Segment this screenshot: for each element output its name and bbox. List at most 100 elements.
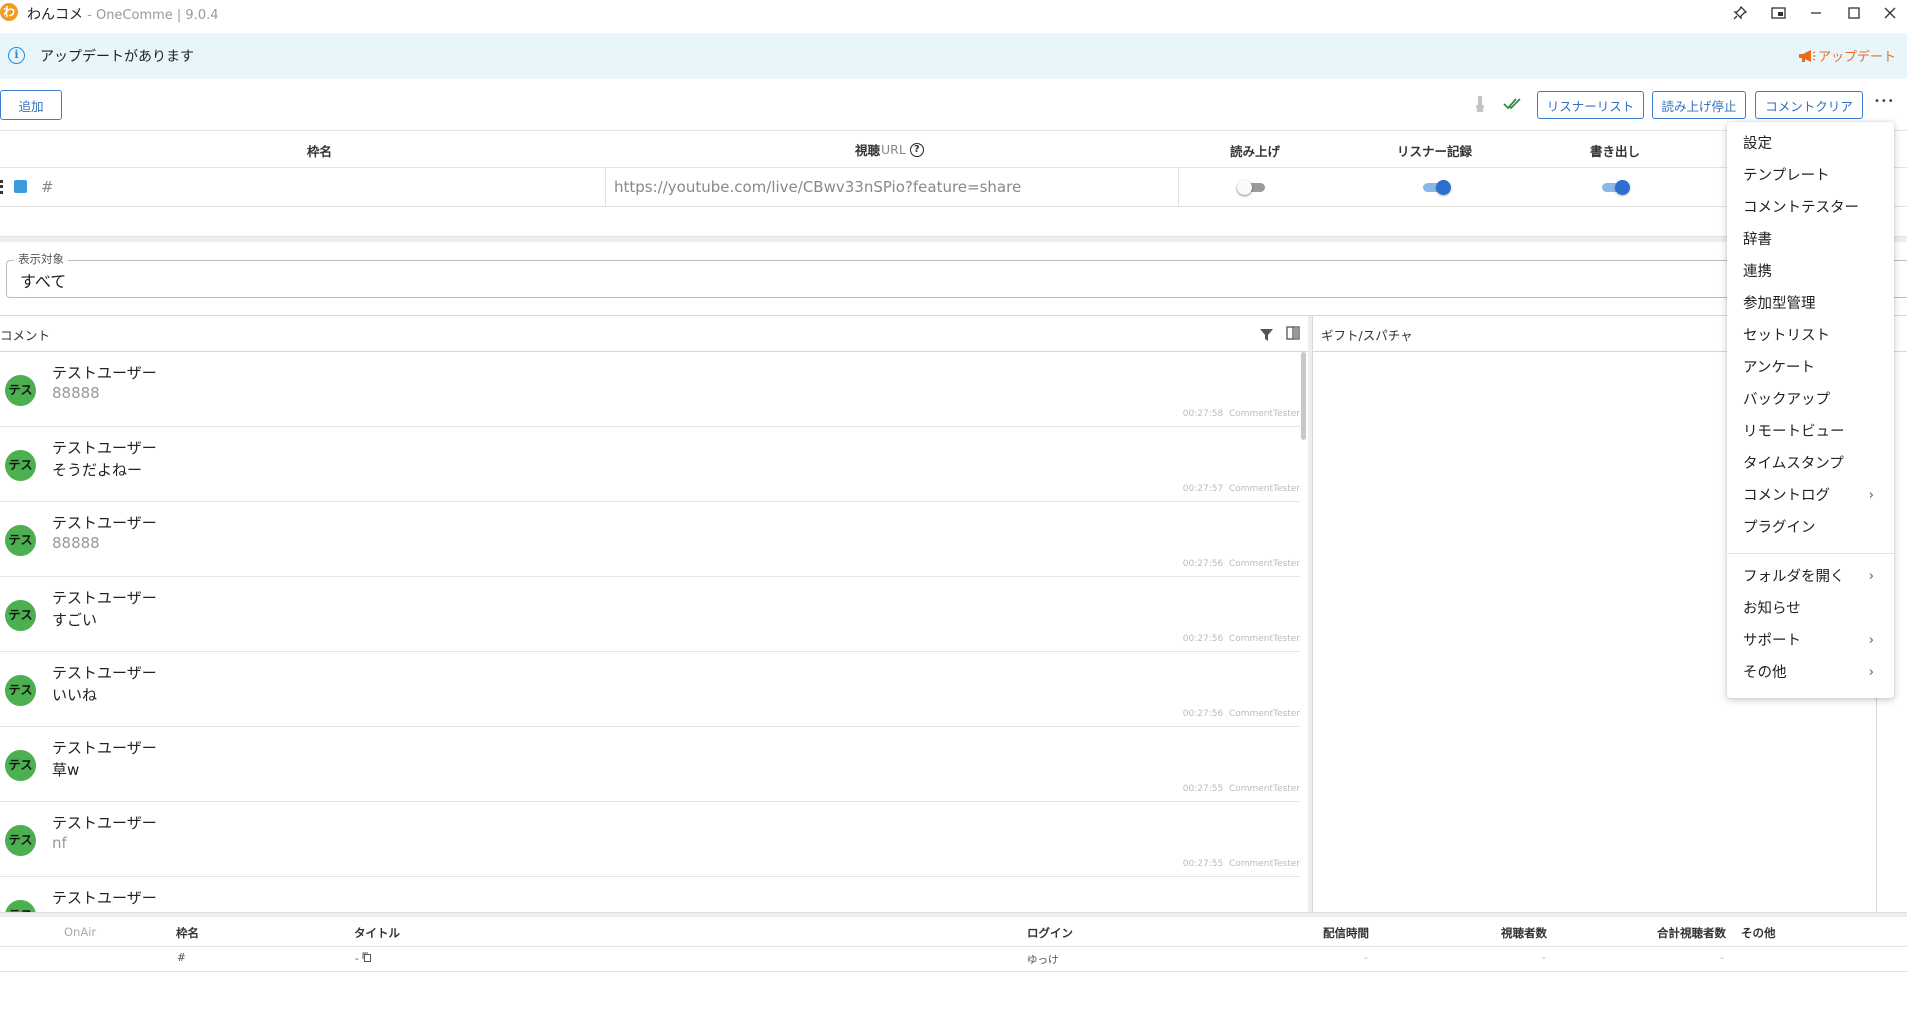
drag-handle-icon[interactable] — [0, 180, 3, 194]
double-check-icon[interactable] — [1503, 96, 1523, 115]
comment-row[interactable]: テス テストユーザー そうだよねー 00:27:57 CommentTester — [0, 427, 1300, 502]
onair-header: OnAir — [64, 925, 97, 939]
gifts-panel-title: ギフト/スパチャ — [1321, 328, 1413, 343]
view-url-header-label: 視聴 — [855, 143, 881, 158]
more-options-icon[interactable]: ••• — [1874, 96, 1895, 107]
menu-item-survey[interactable]: アンケート — [1727, 355, 1894, 381]
comment-meta: 00:27:56 CommentTester — [1183, 709, 1300, 719]
resize-splitter[interactable] — [0, 236, 1907, 242]
comment-row[interactable]: テス テストユーザー 88888 00:27:56 CommentTester — [0, 502, 1300, 577]
frame-name-header: 枠名 — [307, 144, 333, 159]
menu-item-backup[interactable]: バックアップ — [1727, 387, 1894, 413]
broom-icon[interactable] — [1474, 95, 1486, 117]
update-button-label: アップデート — [1818, 50, 1897, 65]
comment-time: 00:27:58 — [1182, 409, 1224, 419]
comment-row[interactable]: テス テストユーザー nf 00:27:55 CommentTester — [0, 802, 1300, 877]
menu-item-label: 参加型管理 — [1743, 296, 1816, 312]
help-icon[interactable]: ? — [909, 142, 924, 157]
comments-panel-title: コメント — [0, 328, 51, 343]
update-button[interactable]: アップデート — [1798, 46, 1896, 65]
menu-item-timestamp[interactable]: タイムスタンプ — [1727, 451, 1894, 477]
menu-item-open-folder[interactable]: フォルダを開く › — [1727, 564, 1894, 590]
status-total-viewers: - — [1720, 952, 1724, 964]
menu-item-support[interactable]: サポート › — [1727, 628, 1894, 654]
export-toggle[interactable] — [1600, 178, 1630, 196]
comment-source: CommentTester — [1228, 709, 1300, 719]
comment-text: 88888 — [52, 384, 100, 402]
comment-time: 00:27:56 — [1182, 709, 1224, 719]
display-target-label: 表示対象 — [14, 251, 68, 267]
avatar: テス — [5, 750, 36, 781]
comment-source: CommentTester — [1228, 409, 1300, 419]
comment-user: テストユーザー — [52, 589, 157, 607]
frame-color-swatch[interactable] — [14, 180, 27, 193]
comment-row[interactable]: テス テストユーザー — [0, 877, 1300, 913]
comment-text: いいね — [52, 686, 98, 704]
divider — [0, 971, 1907, 972]
comment-user: テストユーザー — [52, 364, 157, 382]
comment-list[interactable]: テス テストユーザー 88888 00:27:58 CommentTester … — [0, 352, 1303, 913]
menu-item-notices[interactable]: お知らせ — [1727, 596, 1894, 622]
display-target-select[interactable] — [6, 260, 1907, 298]
status-stream-time-header: 配信時間 — [1323, 926, 1369, 940]
status-login-header: ログイン — [1027, 926, 1073, 940]
title-bar: わ わんコメ - OneComme | 9.0.4 — [0, 0, 1907, 26]
menu-item-plugin[interactable]: プラグイン — [1727, 515, 1894, 541]
comment-source: CommentTester — [1228, 859, 1300, 869]
stop-reading-button[interactable]: 読み上げ停止 — [1652, 91, 1746, 119]
picture-in-picture-icon[interactable] — [1758, 0, 1798, 26]
listener-list-button[interactable]: リスナーリスト — [1537, 91, 1644, 119]
read-aloud-toggle[interactable] — [1237, 178, 1267, 196]
menu-item-comment-tester[interactable]: コメントテスター — [1727, 195, 1894, 221]
menu-item-label: バックアップ — [1743, 392, 1830, 408]
menu-item-template[interactable]: テンプレート — [1727, 163, 1894, 189]
copy-icon[interactable] — [362, 952, 371, 965]
megaphone-icon — [1799, 49, 1816, 62]
maximize-icon[interactable] — [1834, 0, 1874, 26]
display-target-value: すべて — [20, 272, 67, 291]
listener-record-toggle[interactable] — [1421, 178, 1451, 196]
menu-item-comment-log[interactable]: コメントログ › — [1727, 483, 1894, 509]
menu-item-setlist[interactable]: セットリスト — [1727, 323, 1894, 349]
info-icon: i — [8, 47, 25, 64]
chevron-right-icon: › — [1868, 488, 1874, 503]
comment-scrollbar[interactable] — [1301, 352, 1306, 440]
menu-item-label: アンケート — [1743, 360, 1815, 376]
clear-comments-button[interactable]: コメントクリア — [1755, 91, 1863, 119]
comment-row[interactable]: テス テストユーザー いいね 00:27:56 CommentTester — [0, 652, 1300, 727]
frame-name[interactable]: # — [41, 178, 54, 196]
chevron-right-icon: › — [1868, 569, 1874, 584]
comment-row[interactable]: テス テストユーザー 88888 00:27:58 CommentTester — [0, 352, 1300, 427]
menu-item-dictionary[interactable]: 辞書 — [1727, 227, 1894, 253]
more-options-menu: 設定 テンプレート コメントテスター 辞書 連携 参加型管理 セットリスト アン… — [1727, 122, 1894, 698]
resize-splitter[interactable] — [0, 912, 1907, 917]
column-toggle-icon[interactable] — [1286, 325, 1300, 344]
menu-item-settings[interactable]: 設定 — [1727, 131, 1894, 157]
menu-item-other[interactable]: その他 › — [1727, 660, 1894, 686]
menu-item-participation[interactable]: 参加型管理 — [1727, 291, 1894, 317]
menu-item-integration[interactable]: 連携 — [1727, 259, 1894, 285]
minimize-icon[interactable] — [1796, 0, 1836, 26]
comment-text: そうだよねー — [52, 461, 143, 479]
add-button[interactable]: 追加 — [0, 90, 62, 120]
frame-url-input[interactable]: https://youtube.com/live/CBwv33nSPio?fea… — [614, 178, 1021, 196]
comment-row[interactable]: テス テストユーザー 草w 00:27:55 CommentTester — [0, 727, 1300, 802]
comment-time: 00:27:55 — [1182, 859, 1224, 869]
divider — [0, 946, 1907, 947]
comment-text: 88888 — [52, 534, 100, 552]
comment-meta: 00:27:56 CommentTester — [1183, 634, 1300, 644]
menu-item-remote-view[interactable]: リモートビュー — [1727, 419, 1894, 445]
comment-row[interactable]: テス テストユーザー すごい 00:27:56 CommentTester — [0, 577, 1300, 652]
pin-icon[interactable] — [1720, 0, 1760, 26]
avatar: テス — [5, 675, 36, 706]
app-name: わんコメ — [27, 7, 83, 23]
export-header: 書き出し — [1590, 144, 1641, 159]
status-total-viewers-header: 合計視聴者数 — [1657, 926, 1726, 940]
comment-text: nf — [52, 834, 67, 852]
menu-item-label: その他 — [1743, 665, 1787, 681]
close-icon[interactable] — [1870, 0, 1907, 26]
divider — [0, 315, 1907, 316]
filter-icon[interactable] — [1260, 326, 1273, 345]
listener-record-header: リスナー記録 — [1397, 144, 1473, 159]
update-banner-text: アップデートがあります — [40, 49, 194, 65]
